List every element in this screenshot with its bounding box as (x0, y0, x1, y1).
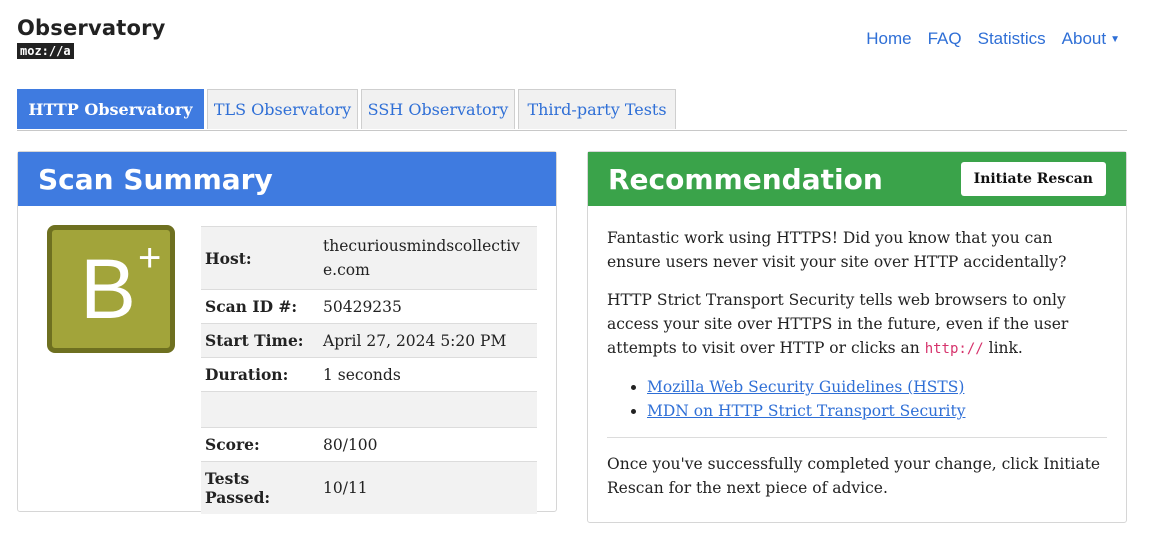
scan-id-label: Scan ID #: (201, 289, 319, 324)
table-row: Host: thecuriousmindscollective.com (201, 226, 537, 290)
tab-http-observatory[interactable]: HTTP Observatory (17, 89, 204, 129)
recommendation-header: Recommendation Initiate Rescan (588, 152, 1126, 206)
table-row: Duration: 1 seconds (201, 357, 537, 392)
table-row (201, 391, 537, 428)
table-row: Score: 80/100 (201, 427, 537, 462)
list-item: Mozilla Web Security Guidelines (HSTS) (647, 375, 1107, 399)
link-mdn-hsts[interactable]: MDN on HTTP Strict Transport Security (647, 402, 965, 420)
http-code: http:// (924, 341, 984, 357)
nav-statistics[interactable]: Statistics (978, 29, 1046, 49)
top-nav: Home FAQ Statistics About ▼ (866, 29, 1120, 49)
recommendation-card: Recommendation Initiate Rescan Fantastic… (587, 151, 1127, 523)
divider (607, 437, 1107, 438)
hsts-explanation: HTTP Strict Transport Security tells web… (607, 288, 1107, 361)
score-value: 80/100 (319, 427, 537, 462)
start-time-label: Start Time: (201, 323, 319, 358)
scan-id-value: 50429235 (319, 289, 537, 324)
empty-label (201, 391, 319, 428)
scan-summary-card: Scan Summary B + Host: thecuriousmindsco… (17, 151, 557, 514)
observatory-tabs: HTTP Observatory TLS Observatory SSH Obs… (17, 89, 1127, 131)
rescan-advice: Once you've successfully completed your … (607, 455, 1101, 497)
nav-about[interactable]: About ▼ (1062, 29, 1120, 49)
grade-letter: B (80, 242, 137, 336)
tab-third-party-tests[interactable]: Third-party Tests (518, 89, 676, 129)
recommendation-title: Recommendation (608, 162, 883, 196)
list-item: MDN on HTTP Strict Transport Security (647, 399, 1107, 423)
table-row: Tests Passed: 10/11 (201, 461, 537, 514)
host-value: thecuriousmindscollective.com (319, 226, 537, 290)
scan-summary-title: Scan Summary (18, 152, 556, 206)
logo[interactable]: Observatory moz://a (17, 16, 166, 59)
table-row: Start Time: April 27, 2024 5:20 PM (201, 323, 537, 358)
resource-links: Mozilla Web Security Guidelines (HSTS) M… (607, 375, 1107, 423)
chevron-down-icon: ▼ (1110, 34, 1120, 45)
recommendation-body: Fantastic work using HTTPS! Did you know… (588, 206, 1126, 500)
recommendation-intro: Fantastic work using HTTPS! Did you know… (607, 229, 1067, 271)
tab-tls-observatory[interactable]: TLS Observatory (207, 89, 358, 129)
initiate-rescan-button[interactable]: Initiate Rescan (960, 162, 1106, 196)
start-time-value: April 27, 2024 5:20 PM (319, 323, 537, 358)
tests-passed-value: 10/11 (319, 461, 537, 514)
table-row: Scan ID #: 50429235 (201, 289, 537, 324)
hsts-text-after: link. (983, 339, 1023, 357)
host-label: Host: (201, 226, 319, 290)
nav-home[interactable]: Home (866, 29, 911, 49)
link-mozilla-guidelines[interactable]: Mozilla Web Security Guidelines (HSTS) (647, 378, 964, 396)
tests-passed-label: Tests Passed: (201, 461, 319, 514)
duration-label: Duration: (201, 357, 319, 392)
summary-table: Host: thecuriousmindscollective.com Scan… (201, 226, 537, 514)
grade-badge: B + (47, 225, 175, 353)
empty-value (319, 391, 537, 428)
tab-ssh-observatory[interactable]: SSH Observatory (361, 89, 515, 129)
score-label: Score: (201, 427, 319, 462)
duration-value: 1 seconds (319, 357, 537, 392)
nav-faq[interactable]: FAQ (928, 29, 962, 49)
nav-about-label: About (1061, 29, 1107, 48)
grade-modifier: + (138, 236, 162, 280)
logo-title: Observatory (17, 16, 166, 40)
mozilla-badge: moz://a (17, 43, 74, 59)
